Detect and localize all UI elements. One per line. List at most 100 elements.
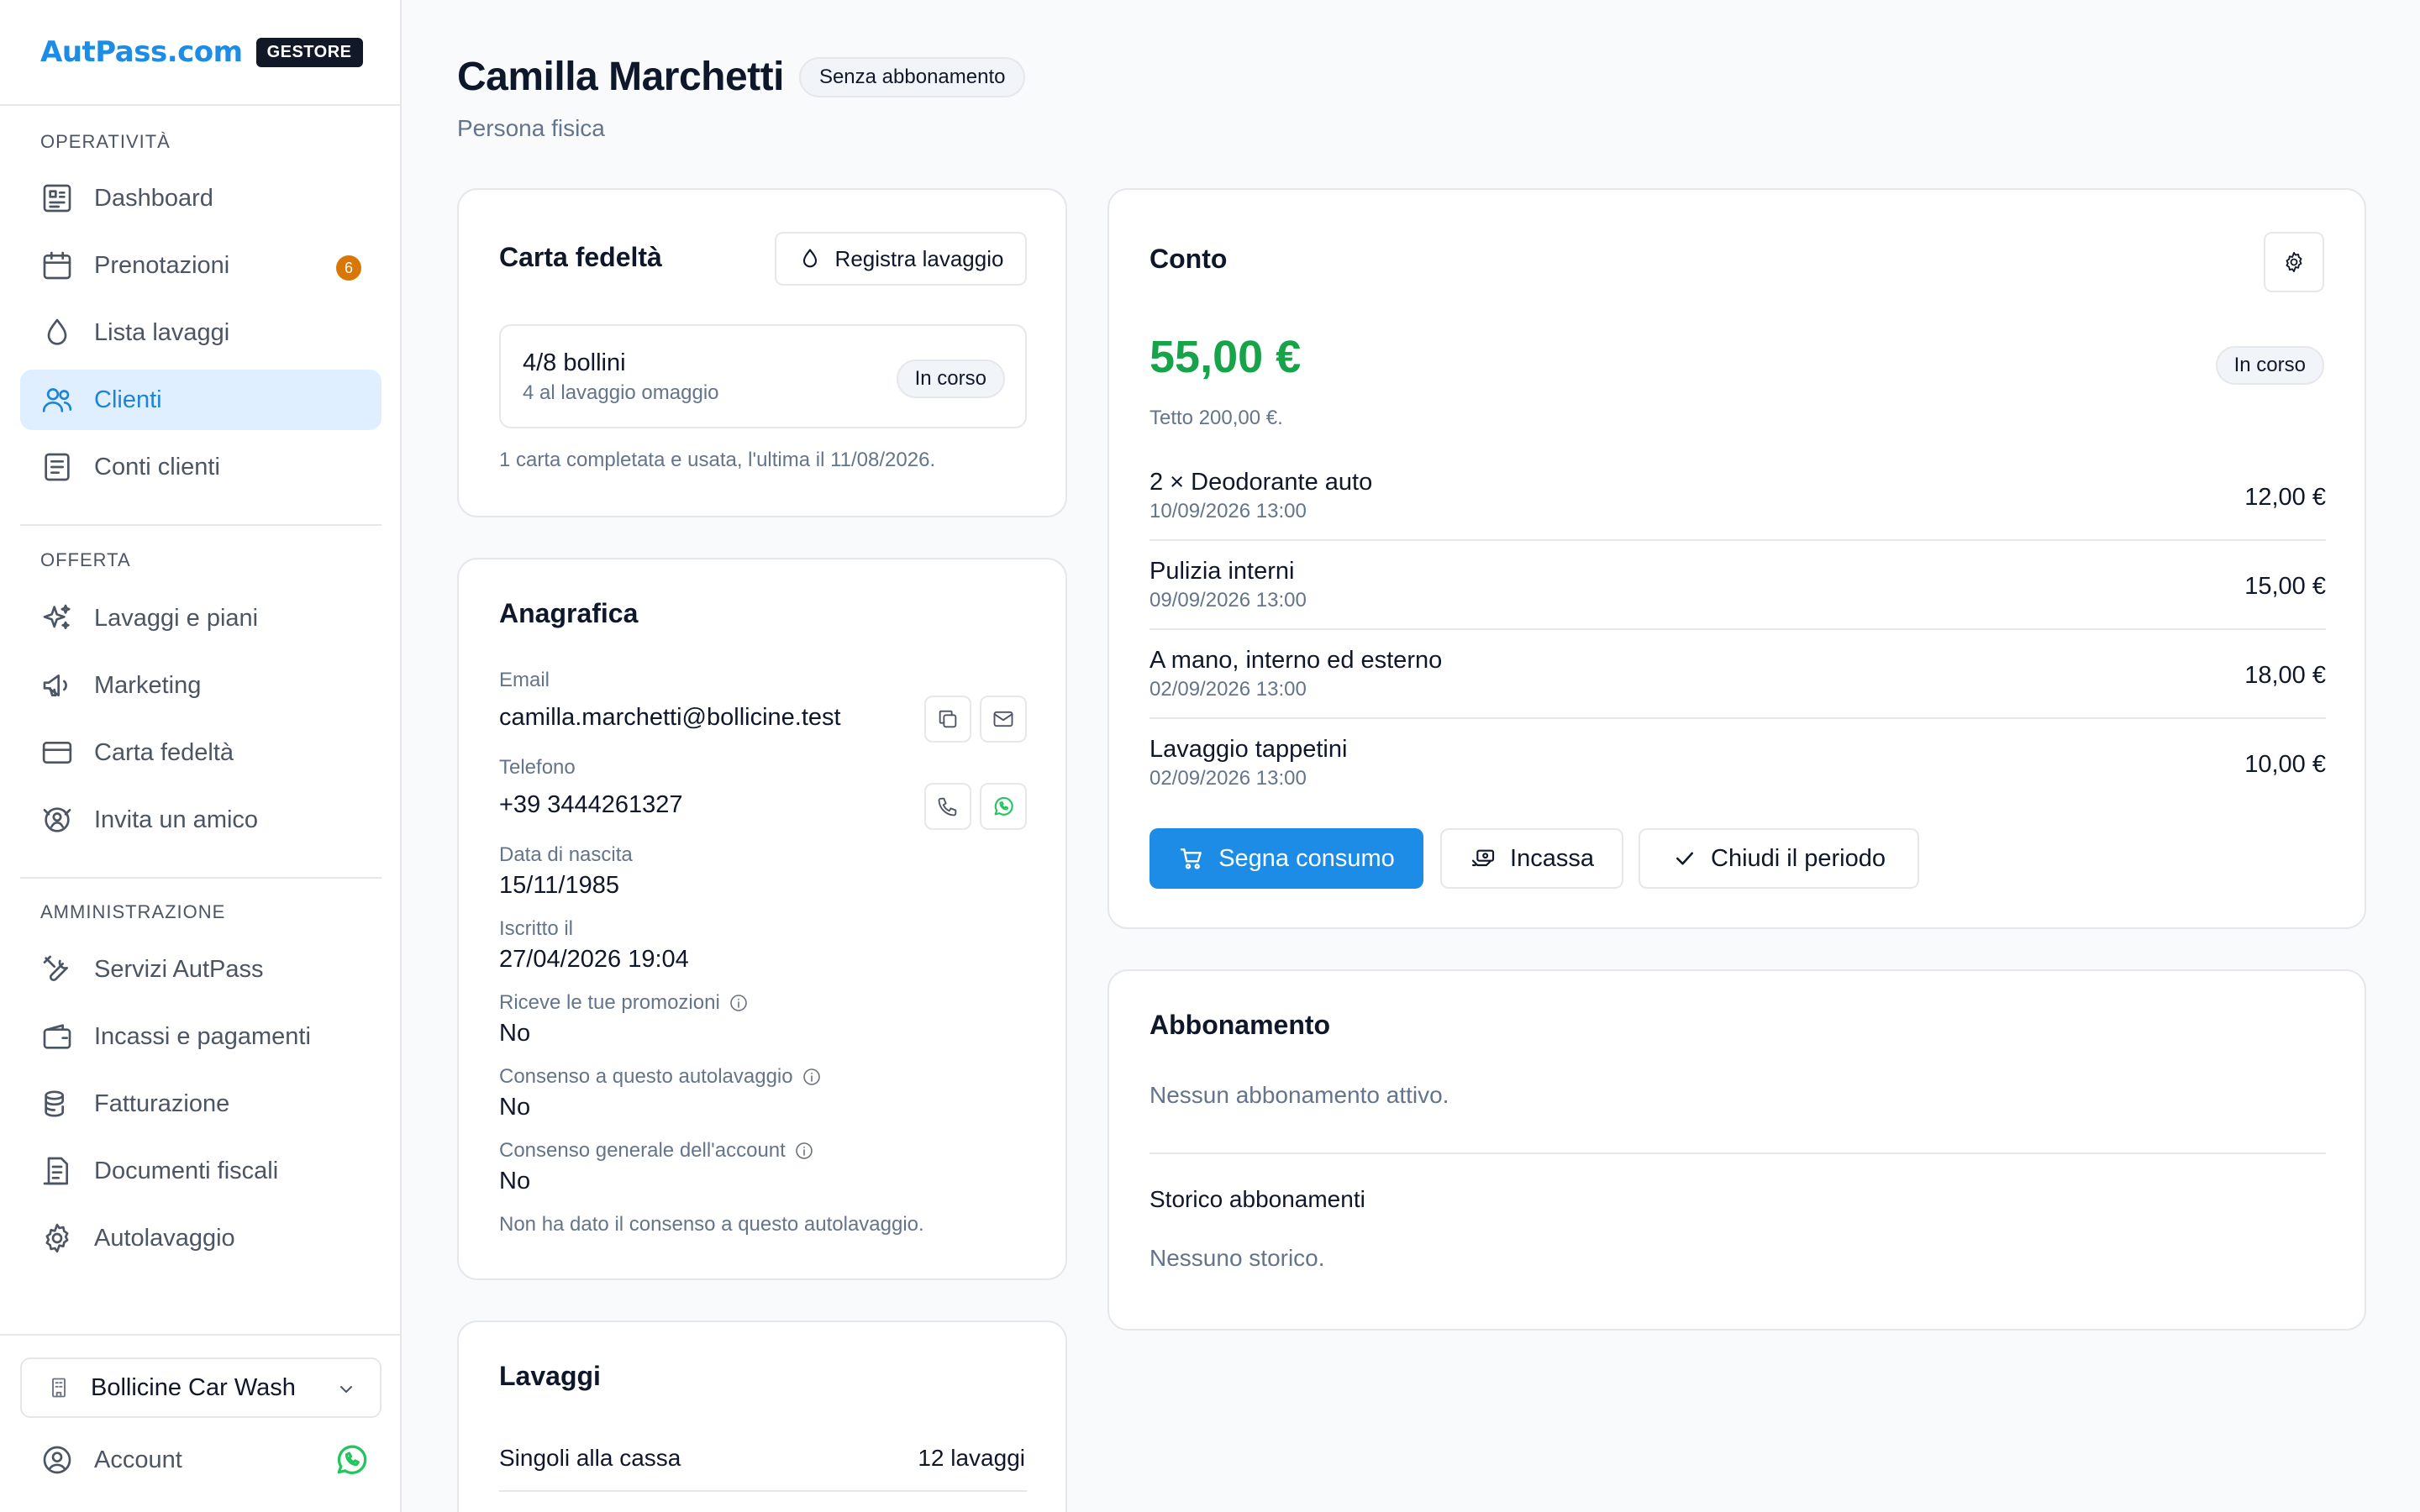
- subscription-title: Abbonamento: [1150, 1010, 1331, 1040]
- account-line-divider: [1150, 717, 2326, 719]
- account-line-name: 2 × Deodorante auto: [1150, 469, 1373, 496]
- brand-logo[interactable]: AutPass.com: [40, 35, 243, 69]
- stamps-note: 4 al lavaggio omaggio: [523, 381, 719, 404]
- sidebar-item-documenti-fiscali[interactable]: Documenti fiscali: [20, 1141, 381, 1201]
- close-period-label: Chiudi il periodo: [1711, 844, 1886, 872]
- gear-icon: [45, 1223, 69, 1253]
- account-line-amount: 15,00 €: [2244, 573, 2326, 600]
- site-select[interactable]: Bollicine Car Wash: [20, 1357, 381, 1418]
- general-consent-value: No: [499, 1168, 531, 1194]
- sidebar-item-conti-clienti[interactable]: Conti clienti: [20, 437, 381, 497]
- sidebar-item-dashboard[interactable]: Dashboard: [20, 168, 381, 228]
- call-button[interactable]: [924, 783, 971, 830]
- dashboard-icon: [43, 184, 71, 213]
- sparkles-icon: [43, 604, 71, 629]
- account-settings-button[interactable]: [2264, 232, 2324, 292]
- washes-card: Lavaggi Singoli alla cassa 12 lavaggi: [457, 1320, 1067, 1512]
- stamps-box: 4/8 bollini 4 al lavaggio omaggio In cor…: [499, 324, 1027, 428]
- brand-badge: GESTORE: [255, 37, 363, 67]
- sidebar-item-label: Invita un amico: [94, 806, 259, 833]
- sidebar-item-lavaggi-e-piani[interactable]: Lavaggi e piani: [20, 588, 381, 648]
- consent-value: No: [499, 1094, 531, 1121]
- account-line-name: A mano, interno ed esterno: [1150, 647, 1443, 674]
- sidebar-item-clienti[interactable]: Clienti: [20, 370, 381, 430]
- account-line-date: 10/09/2026 13:00: [1150, 500, 1307, 522]
- prenotazioni-count-badge: 6: [336, 255, 361, 281]
- washes-row-label: Singoli alla cassa: [499, 1445, 681, 1471]
- sidebar-item-label: Clienti: [94, 386, 162, 413]
- whatsapp-button[interactable]: [980, 783, 1027, 830]
- sidebar-item-fatturazione[interactable]: Fatturazione: [20, 1074, 381, 1134]
- loyalty-card: Carta fedeltà Registra lavaggio 4/8 boll…: [457, 188, 1067, 517]
- subscription-history-empty: Nessuno storico.: [1150, 1245, 1325, 1271]
- sidebar-divider: [20, 524, 381, 526]
- washes-row-divider: [499, 1490, 1027, 1492]
- copy-email-button[interactable]: [924, 696, 971, 743]
- account-line-date: 02/09/2026 13:00: [1150, 678, 1307, 701]
- subscription-status-badge: Senza abbonamento: [798, 56, 1026, 97]
- account-line-divider: [1150, 628, 2326, 630]
- drop-icon: [802, 249, 817, 268]
- sidebar-item-label: Lavaggi e piani: [94, 604, 259, 632]
- subscription-card: Abbonamento Nessun abbonamento attivo. S…: [1107, 969, 2366, 1331]
- sidebar-item-marketing[interactable]: Marketing: [20, 655, 381, 716]
- whatsapp-icon[interactable]: [333, 1441, 370, 1478]
- account-line: Lavaggio tappetini 02/09/2026 13:00 10,0…: [1150, 736, 2326, 790]
- coins-icon: [45, 1090, 64, 1117]
- section-title-offerta: OFFERTA: [40, 549, 131, 570]
- sidebar-item-incassi-e-pagamenti[interactable]: Incassi e pagamenti: [20, 1006, 381, 1067]
- register-wash-label: Registra lavaggio: [834, 245, 1004, 271]
- consent-label: Consenso a questo autolavaggio: [499, 1065, 822, 1089]
- site-select-value: Bollicine Car Wash: [91, 1373, 296, 1401]
- phone-label: Telefono: [499, 756, 576, 779]
- subscription-history-title: Storico abbonamenti: [1150, 1186, 1365, 1212]
- account-card: Conto 55,00 € In corso Tetto 200,00 €. 2…: [1107, 188, 2366, 929]
- sidebar-item-servizi-autpass[interactable]: Servizi AutPass: [20, 939, 381, 1000]
- page-header: Camilla Marchetti Senza abbonamento Pers…: [457, 54, 1026, 142]
- account-line: A mano, interno ed esterno 02/09/2026 13…: [1150, 647, 2326, 701]
- info-icon[interactable]: [794, 1141, 814, 1161]
- copy-icon: [939, 710, 957, 728]
- whatsapp-icon: [994, 796, 1013, 816]
- birth-label: Data di nascita: [499, 843, 633, 866]
- account-line-divider: [1150, 539, 2326, 541]
- registry-card: Anagrafica Email camilla.marchetti@bolli…: [457, 558, 1067, 1280]
- megaphone-icon: [43, 675, 67, 696]
- sidebar-item-invita-un-amico[interactable]: Invita un amico: [20, 790, 381, 850]
- sidebar-divider: [20, 877, 381, 879]
- signup-value: 27/04/2026 19:04: [499, 946, 689, 973]
- account-line: Pulizia interni 09/09/2026 13:00 15,00 €: [1150, 558, 2326, 612]
- account-cap: Tetto 200,00 €.: [1150, 407, 1283, 429]
- gear-icon: [2286, 251, 2302, 273]
- send-email-button[interactable]: [980, 696, 1027, 743]
- subscription-empty: Nessun abbonamento attivo.: [1150, 1082, 1449, 1108]
- general-consent-label-text: Consenso generale dell'account: [499, 1139, 786, 1162]
- sidebar-item-label: Fatturazione: [94, 1089, 230, 1117]
- account-link[interactable]: Account: [40, 1435, 370, 1485]
- sidebar-item-prenotazioni[interactable]: Prenotazioni 6: [20, 235, 381, 296]
- sidebar-item-label: Incassi e pagamenti: [94, 1022, 311, 1050]
- user-circle-icon: [43, 1446, 71, 1474]
- sidebar-item-carta-fedelta[interactable]: Carta fedeltà: [20, 722, 381, 783]
- section-title-operativita: OPERATIVITÀ: [40, 131, 171, 152]
- account-line-date: 09/09/2026 13:00: [1150, 589, 1307, 612]
- chevron-down-icon: [340, 1386, 352, 1393]
- collect-button[interactable]: Incassa: [1440, 828, 1623, 889]
- account-amount: 55,00 €: [1150, 332, 1302, 382]
- sidebar-item-label: Marketing: [94, 671, 202, 699]
- info-icon[interactable]: [802, 1067, 822, 1087]
- mark-consumption-button[interactable]: Segna consumo: [1150, 828, 1423, 889]
- sidebar-item-lista-lavaggi[interactable]: Lista lavaggi: [20, 302, 381, 363]
- sidebar-item-label: Autolavaggio: [94, 1224, 235, 1252]
- loyalty-title: Carta fedeltà: [499, 242, 662, 272]
- promo-label: Riceve le tue promozioni: [499, 991, 749, 1015]
- sidebar-item-autolavaggio[interactable]: Autolavaggio: [20, 1208, 381, 1268]
- washes-title: Lavaggi: [499, 1361, 601, 1391]
- register-wash-button[interactable]: Registra lavaggio: [775, 232, 1027, 286]
- collect-label: Incassa: [1510, 844, 1594, 872]
- mail-icon: [993, 711, 1013, 727]
- info-icon[interactable]: [729, 993, 749, 1013]
- sidebar: AutPass.com GESTORE OPERATIVITÀ Dashboar…: [0, 0, 402, 1512]
- close-period-button[interactable]: Chiudi il periodo: [1639, 828, 1919, 889]
- account-line-name: Lavaggio tappetini: [1150, 736, 1348, 763]
